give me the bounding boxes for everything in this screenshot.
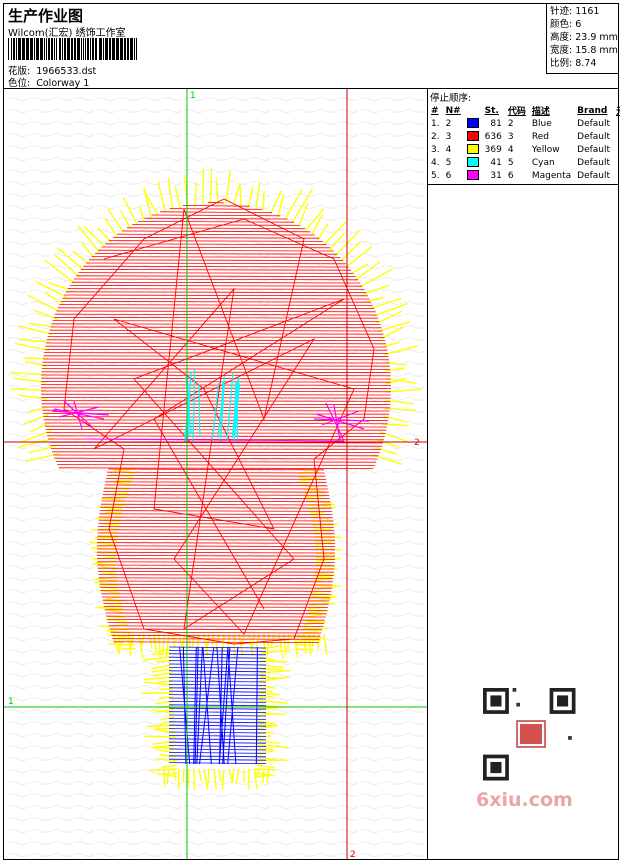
color-swatch [464, 169, 482, 182]
stat-colors: 颜色: 6 [550, 19, 582, 30]
stitch-count: 81 [490, 118, 502, 129]
stitch-count: 31 [490, 170, 502, 181]
col-index: # [431, 105, 439, 116]
guide-label-green-left: 1 [8, 697, 14, 707]
needle-number: 6 [445, 170, 452, 181]
embroidery-preview: 1 1 2 2 [4, 89, 428, 859]
element [613, 156, 620, 169]
qr-code [473, 686, 589, 786]
color-swatch [464, 143, 482, 156]
brand-name: Default [577, 144, 611, 155]
stitch-count: 41 [490, 157, 502, 168]
guide-label-red-right: 2 [414, 438, 420, 448]
color-swatch-box [466, 170, 479, 181]
color-code: 6 [507, 170, 514, 181]
brand-name: Default [577, 157, 611, 168]
color-swatch-box [466, 131, 479, 142]
color-description: Magenta [531, 170, 572, 181]
stat-height: 高度: 23.9 mm [550, 32, 618, 43]
element [613, 169, 620, 182]
color-code: 4 [507, 144, 514, 155]
stop-index: 3. [431, 144, 440, 155]
needle-number: 2 [445, 118, 452, 129]
magenta-accent-left [51, 400, 110, 430]
stat-stitches: 针迹: 1161 [550, 6, 600, 17]
col-element: 元素 [613, 104, 620, 117]
stitch-count: 369 [484, 144, 502, 155]
stop-sequence-legend: 停止顺序: # N# St. 代码 描述 Brand 元素 1. 2 81 2 Blue… [428, 89, 620, 185]
color-swatch-box [466, 144, 479, 155]
color-stop-row: 3. 4 369 4 Yellow Default [428, 143, 620, 156]
color-description: Cyan [531, 157, 555, 168]
brand-name: Default [577, 118, 611, 129]
stat-width: 宽度: 15.8 mm [550, 45, 618, 56]
company-name: Wilcom(汇宏) 绣饰工作室 [8, 28, 126, 39]
colorway-label: 色位: [8, 78, 31, 89]
col-needle: N# [445, 105, 461, 116]
table-header-row: # N# St. 代码 描述 Brand 元素 [428, 104, 620, 118]
element [613, 143, 620, 156]
color-stop-row: 5. 6 31 6 Magenta Default [428, 169, 620, 182]
stitch-design-drawing: 1 1 2 2 [4, 89, 427, 859]
brand-name: Default [577, 131, 611, 142]
production-worksheet: 生产作业图 Wilcom(汇宏) 绣饰工作室 花版: 1966533.dst 色… [3, 3, 620, 860]
design-stats: 针迹: 1161 颜色: 6 高度: 23.9 mm 宽度: 15.8 mm 比… [546, 4, 618, 74]
stop-index: 1. [431, 118, 440, 129]
color-description: Blue [531, 118, 552, 129]
needle-number: 5 [445, 157, 452, 168]
guide-label-green-top: 1 [190, 91, 196, 101]
color-stop-table: # N# St. 代码 描述 Brand 元素 1. 2 81 2 Blue Defaul… [428, 104, 620, 182]
brand-name: Default [577, 170, 611, 181]
color-swatch [464, 156, 482, 169]
worksheet-header: 生产作业图 Wilcom(汇宏) 绣饰工作室 花版: 1966533.dst 色… [4, 4, 618, 89]
stitch-count: 636 [484, 131, 502, 142]
colorway-info: 色位: Colorway 1 [8, 75, 89, 89]
color-stop-row: 4. 5 41 5 Cyan Default [428, 156, 620, 169]
guide-label-red-bottom: 2 [350, 850, 356, 859]
color-swatch-box [466, 118, 479, 129]
color-swatch-box [466, 157, 479, 168]
stat-scale: 比例: 8.74 [550, 58, 597, 69]
stop-sequence-panel: 停止顺序: # N# St. 代码 描述 Brand 元素 1. 2 81 2 Blue… [428, 89, 620, 859]
element [613, 117, 620, 130]
color-description: Yellow [531, 144, 560, 155]
stop-index: 2. [431, 131, 440, 142]
watermark-text: 6xiu.com [476, 789, 573, 811]
color-code: 5 [507, 157, 514, 168]
color-stop-row: 2. 3 636 3 Red Default [428, 130, 620, 143]
col-code: 代码 [507, 107, 526, 117]
needle-number: 3 [445, 131, 452, 142]
yellow-satin-border-base [141, 644, 292, 791]
color-description: Red [531, 131, 549, 142]
stop-index: 4. [431, 157, 440, 168]
element [613, 130, 620, 143]
barcode [8, 38, 137, 60]
color-stop-row: 1. 2 81 2 Blue Default [428, 117, 620, 130]
col-description: 描述 [531, 107, 550, 117]
stop-sequence-title: 停止顺序: [430, 93, 472, 104]
stop-index: 5. [431, 170, 440, 181]
col-brand: Brand [577, 105, 608, 116]
color-code: 2 [507, 118, 514, 129]
color-swatch [464, 117, 482, 130]
needle-number: 4 [445, 144, 452, 155]
color-code: 3 [507, 131, 514, 142]
color-swatch [464, 130, 482, 143]
worksheet-title: 生产作业图 [8, 7, 84, 25]
col-swatch [464, 104, 482, 117]
colorway-name: Colorway 1 [36, 78, 90, 89]
col-stitches: St. [484, 105, 499, 116]
